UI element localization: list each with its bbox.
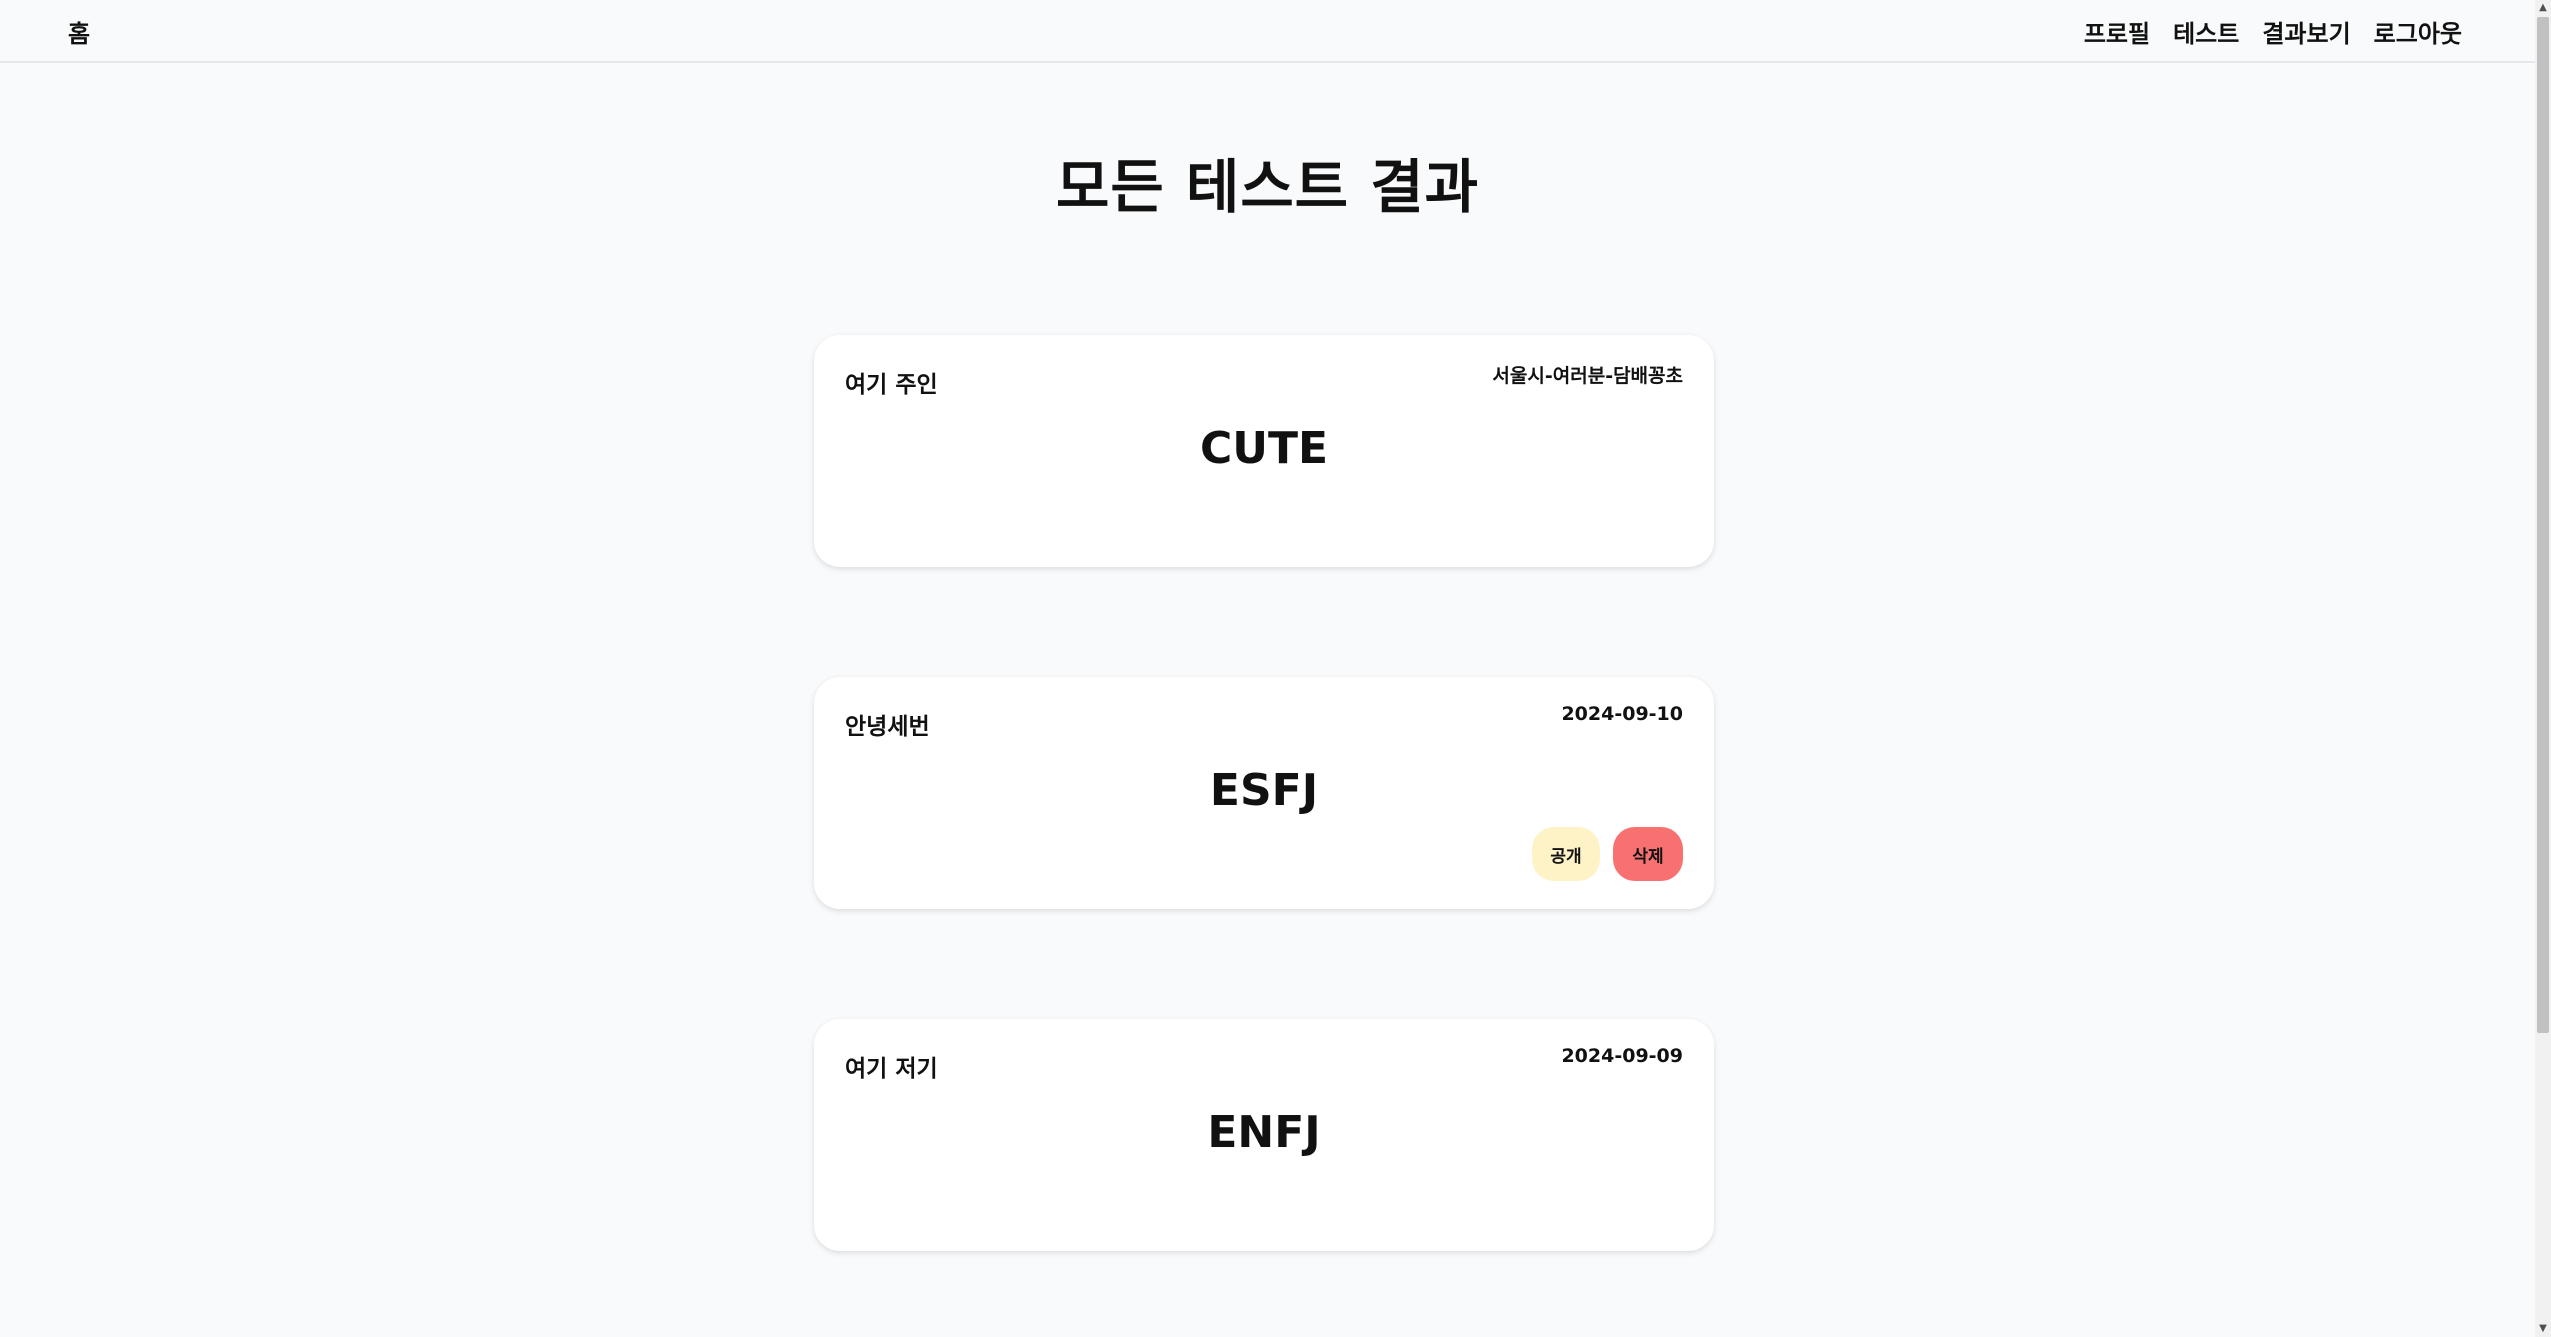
result-card-name: 여기 주인 [845,372,938,398]
result-card-date: 2024-09-10 [1561,703,1683,725]
nav-home-link[interactable]: 홈 [68,14,90,49]
result-card-type: ESFJ [1209,765,1319,816]
result-card-name: 여기 저기 [845,1056,938,1082]
result-card-location: 서울시-여러분-담배꽁초 [1492,365,1683,387]
result-card: 여기 저기 2024-09-09 ENFJ [814,1019,1714,1251]
nav-links: 프로필 테스트 결과보기 로그아웃 [2084,14,2462,49]
nav-link-results[interactable]: 결과보기 [2262,14,2350,49]
delete-button[interactable]: 삭제 [1613,827,1683,881]
scroll-up-arrow-icon[interactable]: ▲ [2535,0,2551,16]
make-public-button[interactable]: 공개 [1532,827,1600,881]
result-card: 안녕세번 2024-09-10 ESFJ 공개 삭제 [814,677,1714,909]
page-title: 모든 테스트 결과 [1056,153,1479,221]
page: 홈 프로필 테스트 결과보기 로그아웃 모든 테스트 결과 여기 주인 서울시-… [0,0,2551,1337]
nav-link-profile[interactable]: 프로필 [2084,14,2150,49]
nav-link-logout[interactable]: 로그아웃 [2374,14,2462,49]
navbar: 홈 프로필 테스트 결과보기 로그아웃 [0,0,2535,63]
result-card-actions: 공개 삭제 [1532,827,1683,881]
result-card-date: 2024-09-09 [1561,1045,1683,1067]
result-card-type: ENFJ [1207,1107,1321,1158]
result-card-type: CUTE [1199,423,1329,474]
nav-link-test[interactable]: 테스트 [2173,14,2239,49]
result-card-name: 안녕세번 [845,714,930,740]
result-card: 여기 주인 서울시-여러분-담배꽁초 CUTE [814,335,1714,567]
scroll-thumb[interactable] [2537,17,2549,1033]
scroll-down-arrow-icon[interactable]: ▼ [2535,1321,2551,1337]
vertical-scrollbar[interactable]: ▲ ▼ [2535,0,2551,1337]
